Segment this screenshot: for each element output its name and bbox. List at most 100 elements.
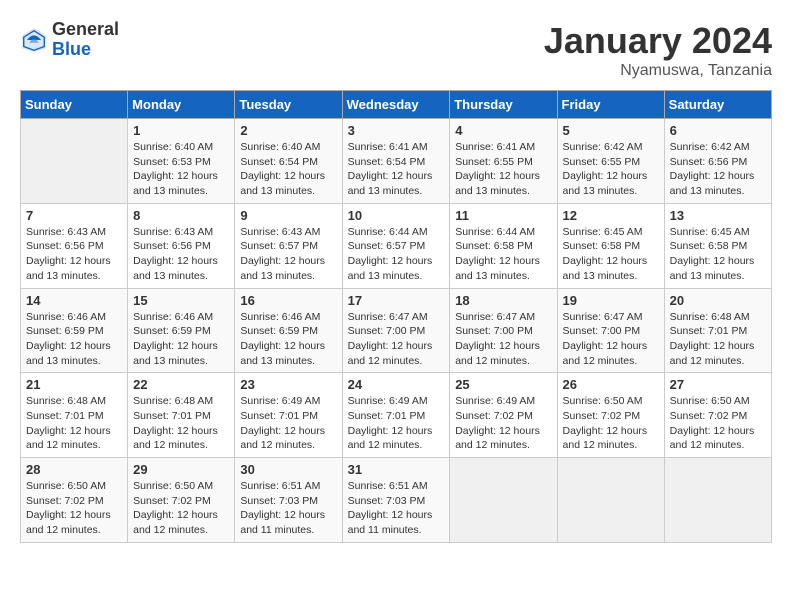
calendar-week-row: 14 Sunrise: 6:46 AMSunset: 6:59 PMDayligh… — [21, 288, 772, 373]
calendar-cell: 14 Sunrise: 6:46 AMSunset: 6:59 PMDayligh… — [21, 288, 128, 373]
day-number: 15 — [133, 293, 229, 308]
logo-icon — [20, 26, 48, 54]
cell-sun-info: Sunrise: 6:44 AMSunset: 6:57 PMDaylight:… — [348, 225, 445, 284]
header-saturday: Saturday — [664, 91, 771, 119]
day-number: 2 — [240, 123, 336, 138]
calendar-cell: 23 Sunrise: 6:49 AMSunset: 7:01 PMDayligh… — [235, 373, 342, 458]
day-number: 10 — [348, 208, 445, 223]
day-number: 25 — [455, 377, 551, 392]
calendar-cell: 1 Sunrise: 6:40 AMSunset: 6:53 PMDaylight… — [128, 119, 235, 204]
cell-sun-info: Sunrise: 6:45 AMSunset: 6:58 PMDaylight:… — [563, 225, 659, 284]
calendar-cell — [450, 458, 557, 543]
cell-sun-info: Sunrise: 6:48 AMSunset: 7:01 PMDaylight:… — [133, 394, 229, 453]
header-wednesday: Wednesday — [342, 91, 450, 119]
calendar-cell: 11Sunrise: 6:44 AMSunset: 6:58 PMDayligh… — [450, 203, 557, 288]
day-number: 24 — [348, 377, 445, 392]
cell-sun-info: Sunrise: 6:44 AMSunset: 6:58 PMDaylight:… — [455, 225, 551, 284]
logo-blue-text: Blue — [52, 40, 119, 60]
cell-sun-info: Sunrise: 6:46 AMSunset: 6:59 PMDaylight:… — [26, 310, 122, 369]
cell-sun-info: Sunrise: 6:49 AMSunset: 7:01 PMDaylight:… — [348, 394, 445, 453]
calendar-cell: 20 Sunrise: 6:48 AMSunset: 7:01 PMDayligh… — [664, 288, 771, 373]
day-number: 6 — [670, 123, 766, 138]
cell-sun-info: Sunrise: 6:47 AMSunset: 7:00 PMDaylight:… — [563, 310, 659, 369]
day-number: 5 — [563, 123, 659, 138]
cell-sun-info: Sunrise: 6:48 AMSunset: 7:01 PMDaylight:… — [26, 394, 122, 453]
calendar-cell: 24 Sunrise: 6:49 AMSunset: 7:01 PMDayligh… — [342, 373, 450, 458]
calendar-week-row: 1 Sunrise: 6:40 AMSunset: 6:53 PMDaylight… — [21, 119, 772, 204]
header-friday: Friday — [557, 91, 664, 119]
cell-sun-info: Sunrise: 6:43 AMSunset: 6:57 PMDaylight:… — [240, 225, 336, 284]
day-number: 28 — [26, 462, 122, 477]
page-header: General Blue January 2024 Nyamuswa, Tanz… — [20, 20, 772, 80]
calendar-week-row: 21Sunrise: 6:48 AMSunset: 7:01 PMDayligh… — [21, 373, 772, 458]
cell-sun-info: Sunrise: 6:47 AMSunset: 7:00 PMDaylight:… — [348, 310, 445, 369]
day-number: 7 — [26, 208, 122, 223]
calendar-cell: 28 Sunrise: 6:50 AMSunset: 7:02 PMDayligh… — [21, 458, 128, 543]
cell-sun-info: Sunrise: 6:48 AMSunset: 7:01 PMDaylight:… — [670, 310, 766, 369]
calendar-cell: 9Sunrise: 6:43 AMSunset: 6:57 PMDaylight… — [235, 203, 342, 288]
cell-sun-info: Sunrise: 6:45 AMSunset: 6:58 PMDaylight:… — [670, 225, 766, 284]
cell-sun-info: Sunrise: 6:50 AMSunset: 7:02 PMDaylight:… — [563, 394, 659, 453]
calendar-cell: 16 Sunrise: 6:46 AMSunset: 6:59 PMDayligh… — [235, 288, 342, 373]
calendar-cell: 17 Sunrise: 6:47 AMSunset: 7:00 PMDayligh… — [342, 288, 450, 373]
day-number: 26 — [563, 377, 659, 392]
logo-general-text: General — [52, 20, 119, 40]
day-number: 27 — [670, 377, 766, 392]
calendar-cell: 4Sunrise: 6:41 AMSunset: 6:55 PMDaylight… — [450, 119, 557, 204]
cell-sun-info: Sunrise: 6:49 AMSunset: 7:02 PMDaylight:… — [455, 394, 551, 453]
cell-sun-info: Sunrise: 6:47 AMSunset: 7:00 PMDaylight:… — [455, 310, 551, 369]
calendar-cell — [664, 458, 771, 543]
calendar-week-row: 7 Sunrise: 6:43 AMSunset: 6:56 PMDaylight… — [21, 203, 772, 288]
header-tuesday: Tuesday — [235, 91, 342, 119]
calendar-cell: 21Sunrise: 6:48 AMSunset: 7:01 PMDayligh… — [21, 373, 128, 458]
cell-sun-info: Sunrise: 6:40 AMSunset: 6:54 PMDaylight:… — [240, 140, 336, 199]
cell-sun-info: Sunrise: 6:46 AMSunset: 6:59 PMDaylight:… — [133, 310, 229, 369]
calendar-cell: 7 Sunrise: 6:43 AMSunset: 6:56 PMDaylight… — [21, 203, 128, 288]
cell-sun-info: Sunrise: 6:43 AMSunset: 6:56 PMDaylight:… — [133, 225, 229, 284]
header-monday: Monday — [128, 91, 235, 119]
day-number: 13 — [670, 208, 766, 223]
calendar-header: Sunday Monday Tuesday Wednesday Thursday… — [21, 91, 772, 119]
calendar-week-row: 28 Sunrise: 6:50 AMSunset: 7:02 PMDayligh… — [21, 458, 772, 543]
calendar-cell: 30 Sunrise: 6:51 AMSunset: 7:03 PMDayligh… — [235, 458, 342, 543]
calendar-cell: 19Sunrise: 6:47 AMSunset: 7:00 PMDayligh… — [557, 288, 664, 373]
calendar-cell — [21, 119, 128, 204]
header-thursday: Thursday — [450, 91, 557, 119]
calendar-cell: 31Sunrise: 6:51 AMSunset: 7:03 PMDayligh… — [342, 458, 450, 543]
calendar-cell: 15 Sunrise: 6:46 AMSunset: 6:59 PMDayligh… — [128, 288, 235, 373]
calendar-cell: 3Sunrise: 6:41 AMSunset: 6:54 PMDaylight… — [342, 119, 450, 204]
cell-sun-info: Sunrise: 6:50 AMSunset: 7:02 PMDaylight:… — [133, 479, 229, 538]
calendar-cell: 8Sunrise: 6:43 AMSunset: 6:56 PMDaylight… — [128, 203, 235, 288]
day-number: 20 — [670, 293, 766, 308]
calendar-cell: 2 Sunrise: 6:40 AMSunset: 6:54 PMDaylight… — [235, 119, 342, 204]
cell-sun-info: Sunrise: 6:41 AMSunset: 6:54 PMDaylight:… — [348, 140, 445, 199]
day-number: 18 — [455, 293, 551, 308]
calendar-cell: 12 Sunrise: 6:45 AMSunset: 6:58 PMDayligh… — [557, 203, 664, 288]
calendar-location: Nyamuswa, Tanzania — [544, 62, 772, 80]
day-number: 12 — [563, 208, 659, 223]
cell-sun-info: Sunrise: 6:42 AMSunset: 6:56 PMDaylight:… — [670, 140, 766, 199]
day-number: 16 — [240, 293, 336, 308]
day-number: 30 — [240, 462, 336, 477]
cell-sun-info: Sunrise: 6:46 AMSunset: 6:59 PMDaylight:… — [240, 310, 336, 369]
day-number: 14 — [26, 293, 122, 308]
calendar-cell — [557, 458, 664, 543]
calendar-cell: 13 Sunrise: 6:45 AMSunset: 6:58 PMDayligh… — [664, 203, 771, 288]
cell-sun-info: Sunrise: 6:50 AMSunset: 7:02 PMDaylight:… — [670, 394, 766, 453]
header-row: Sunday Monday Tuesday Wednesday Thursday… — [21, 91, 772, 119]
calendar-cell: 26 Sunrise: 6:50 AMSunset: 7:02 PMDayligh… — [557, 373, 664, 458]
cell-sun-info: Sunrise: 6:50 AMSunset: 7:02 PMDaylight:… — [26, 479, 122, 538]
day-number: 1 — [133, 123, 229, 138]
cell-sun-info: Sunrise: 6:51 AMSunset: 7:03 PMDaylight:… — [240, 479, 336, 538]
logo-text: General Blue — [52, 20, 119, 60]
cell-sun-info: Sunrise: 6:49 AMSunset: 7:01 PMDaylight:… — [240, 394, 336, 453]
header-sunday: Sunday — [21, 91, 128, 119]
day-number: 23 — [240, 377, 336, 392]
day-number: 22 — [133, 377, 229, 392]
day-number: 29 — [133, 462, 229, 477]
day-number: 17 — [348, 293, 445, 308]
day-number: 4 — [455, 123, 551, 138]
cell-sun-info: Sunrise: 6:43 AMSunset: 6:56 PMDaylight:… — [26, 225, 122, 284]
calendar-title: January 2024 — [544, 20, 772, 62]
cell-sun-info: Sunrise: 6:40 AMSunset: 6:53 PMDaylight:… — [133, 140, 229, 199]
